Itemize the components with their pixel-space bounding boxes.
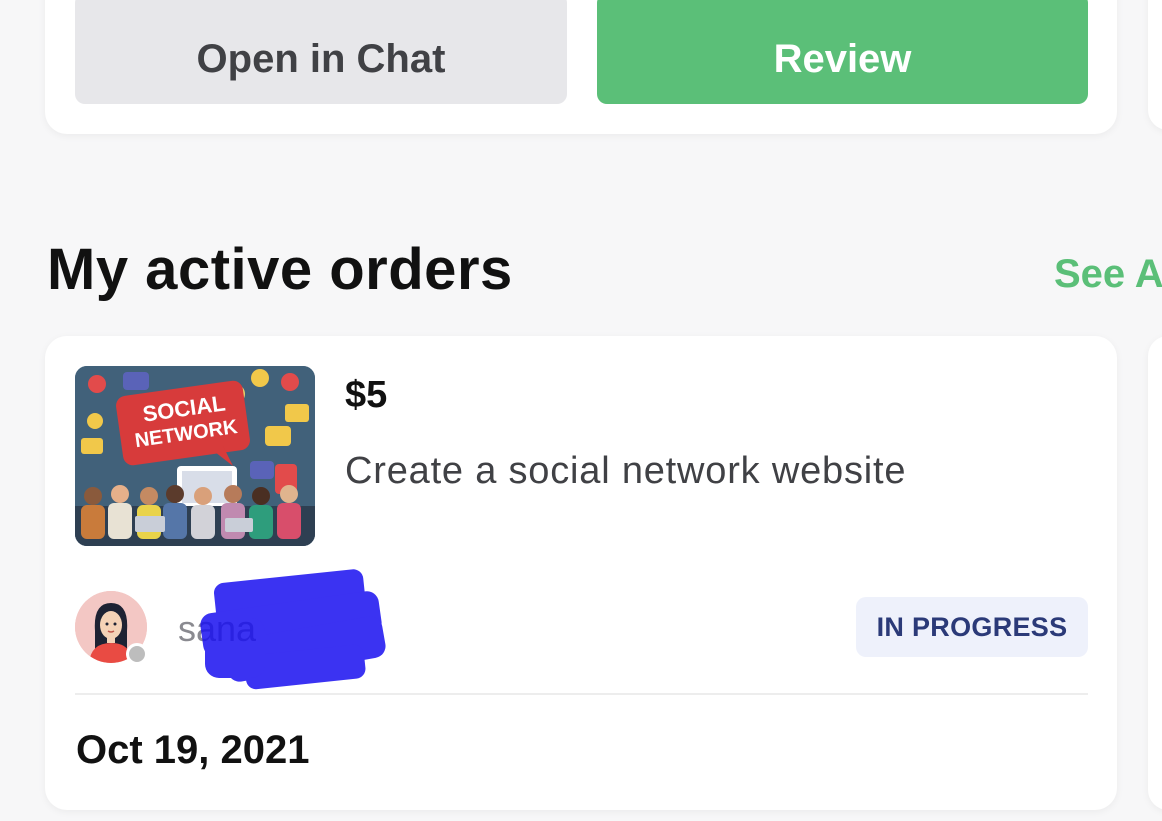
order-price: $5 [345, 374, 388, 416]
see-all-link[interactable]: See A [1054, 252, 1162, 297]
next-card-peek[interactable] [1148, 0, 1162, 130]
section-title: My active orders [47, 237, 513, 302]
social-network-illustration: SOCIAL NETWORK [75, 366, 315, 546]
review-label: Review [773, 37, 912, 81]
previous-order-card: Open in Chat Review [45, 0, 1117, 134]
active-order-card[interactable]: SOCIAL NETWORK $5 Create a social networ… [45, 336, 1117, 810]
order-date: Oct 19, 2021 [76, 728, 310, 772]
status-badge: IN PROGRESS [856, 597, 1088, 657]
open-in-chat-button[interactable]: Open in Chat [75, 0, 567, 104]
order-thumbnail: SOCIAL NETWORK [75, 366, 315, 546]
seller-username[interactable]: sana [178, 608, 256, 650]
next-order-card-peek[interactable] [1148, 336, 1162, 810]
open-in-chat-label: Open in Chat [196, 37, 446, 81]
order-title[interactable]: Create a social network website [345, 450, 906, 493]
online-status-dot [126, 643, 148, 665]
divider [75, 693, 1088, 695]
review-button[interactable]: Review [597, 0, 1088, 104]
